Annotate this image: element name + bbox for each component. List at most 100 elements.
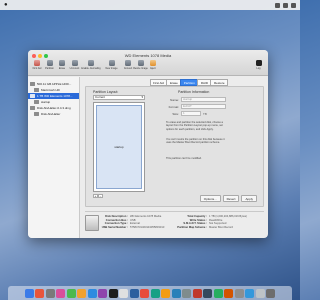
dock-app-icon[interactable]	[45, 288, 55, 298]
disk-info-value: External	[130, 222, 140, 226]
tab-bar: First Aid Erase Partition RAID Restore	[149, 79, 228, 86]
format-select[interactable]: ExFAT	[181, 104, 226, 109]
dock-app-icon[interactable]	[182, 288, 192, 298]
revert-button[interactable]: Revert	[222, 195, 240, 202]
size-row: Size: 1 TB	[166, 111, 207, 116]
dock-app-icon[interactable]	[140, 288, 150, 298]
window-title: WD Elements 1078 Media	[124, 53, 172, 58]
dock-app-icon[interactable]	[150, 288, 160, 298]
dock-app-icon[interactable]	[77, 288, 87, 298]
disk-info-key: USB Serial Number :	[101, 226, 128, 230]
tab-first-aid[interactable]: First Aid	[149, 79, 168, 86]
notification-center-icon[interactable]	[291, 2, 296, 8]
volume-icon	[34, 112, 39, 116]
sidebar-item-label: startup	[41, 100, 51, 104]
dock-app-icon[interactable]	[266, 288, 276, 298]
unmount-button[interactable]: Unmount	[69, 60, 81, 70]
resize-image-icon	[137, 60, 144, 66]
title-bar: WD Elements 1078 Media First Aid Partitio…	[28, 50, 268, 76]
dock-app-icon[interactable]	[245, 288, 255, 298]
format-label: Format:	[168, 104, 179, 109]
erase-button[interactable]: Erase	[56, 60, 68, 70]
disk-info-key: Partition Map Scheme :	[177, 226, 207, 230]
name-field[interactable]: startup	[181, 97, 226, 102]
dock-app-icon[interactable]	[171, 288, 181, 298]
remove-partition-button[interactable]: −	[98, 194, 103, 198]
disk-icon	[30, 94, 35, 98]
tab-partition[interactable]: Partition	[180, 79, 199, 86]
log-button[interactable]: Log	[253, 60, 265, 70]
toolbar-label: Log	[256, 67, 261, 70]
dock-app-icon[interactable]	[234, 288, 244, 298]
tab-restore[interactable]: Restore	[210, 79, 228, 86]
dock-app-icon[interactable]	[24, 288, 34, 298]
journaling-button[interactable]: Enable Journaling	[81, 60, 101, 70]
partition-info-heading: Partition Information	[178, 90, 210, 94]
unmount-icon	[71, 60, 78, 66]
apply-button[interactable]: Apply	[241, 195, 257, 202]
sidebar-item-label: Disk AlivHalter	[41, 112, 61, 116]
dock-app-icon[interactable]	[192, 288, 202, 298]
toolbar-label: Convert	[123, 67, 133, 70]
dock-app-icon[interactable]	[66, 288, 76, 298]
format-row: Format: ExFAT	[166, 104, 226, 109]
dock-app-icon[interactable]	[119, 288, 129, 298]
resize-image-button[interactable]: Resize Image	[133, 60, 148, 70]
convert-button[interactable]: Convert	[122, 60, 134, 70]
toolbar: First Aid Partition Erase Unmount Enable Jou…	[28, 60, 268, 70]
disk-info-value: 1 TB (1,000,204,886,016 Bytes)	[209, 215, 248, 218]
resize-notice: You can't resize the partition on this d…	[166, 138, 225, 145]
disk-icon	[30, 106, 35, 110]
options-button[interactable]: Options...	[199, 195, 221, 202]
eject-icon	[150, 60, 156, 66]
toolbar-label: First Aid	[32, 67, 42, 70]
journaling-icon	[88, 60, 94, 66]
dock-app-icon[interactable]	[87, 288, 97, 298]
main-panel: First Aid Erase Partition RAID Restore Parti…	[81, 77, 268, 238]
sidebar-item-label: Disk AlivHalter-0.4.3.dmg	[37, 106, 71, 110]
tab-erase[interactable]: Erase	[166, 79, 182, 86]
disk-info-left: Disk Description : WD Elements 1078 Media…	[100, 215, 165, 230]
disk-icon	[30, 82, 35, 86]
spotlight-icon[interactable]	[275, 2, 280, 8]
dock-app-icon[interactable]	[213, 288, 223, 298]
partition-block[interactable]: startup	[96, 105, 142, 189]
first-aid-button[interactable]: First Aid	[31, 60, 43, 70]
partition-button[interactable]: Partition	[44, 60, 56, 70]
new-image-button[interactable]: New Image	[102, 60, 122, 70]
dock-app-icon[interactable]	[35, 288, 45, 298]
partition-panel: Partition Layout: Partition Information …	[85, 86, 264, 207]
sidebar: 500.11 GB APPLE HDD... Macintosh HD 1 TB W…	[28, 77, 80, 238]
dock-app-icon[interactable]	[129, 288, 139, 298]
toolbar-label: Eject	[150, 67, 156, 70]
dock-app-icon[interactable]	[161, 288, 171, 298]
wifi-icon[interactable]	[283, 2, 288, 8]
sidebar-item-label: Macintosh HD	[41, 88, 60, 92]
new-image-icon	[108, 60, 115, 66]
toolbar-label: New Image	[105, 67, 118, 70]
size-field[interactable]: 1	[181, 111, 201, 116]
modify-notice: This partition can't be modified.	[166, 157, 202, 160]
toolbar-label: Enable Journaling	[81, 67, 101, 70]
disk-info-row: USB Serial Number :575847314631433558333…	[100, 226, 165, 230]
dock-app-icon[interactable]	[108, 288, 118, 298]
apple-menu-icon[interactable]: ●	[4, 2, 8, 8]
partition-layout-select[interactable]: Current	[93, 95, 145, 100]
toolbar-label: Partition	[45, 67, 54, 70]
dock-app-icon[interactable]	[255, 288, 265, 298]
tab-raid[interactable]: RAID	[197, 79, 212, 86]
sidebar-item[interactable]: Disk AlivHalter	[28, 111, 79, 117]
eject-button[interactable]: Eject	[147, 60, 159, 70]
dock-app-icon[interactable]	[224, 288, 234, 298]
partition-layout-diagram: startup	[93, 102, 145, 192]
disk-info-right: Total Capacity :1 TB (1,000,204,886,016 …	[177, 215, 247, 230]
dock-app-icon[interactable]	[203, 288, 213, 298]
volume-icon	[34, 88, 39, 92]
disk-info-row: Partition Map Scheme : Master Boot Record	[177, 226, 247, 230]
log-icon	[255, 60, 262, 66]
size-label: Size:	[172, 111, 179, 116]
dock-app-icon[interactable]	[56, 288, 66, 298]
dock-app-icon[interactable]	[98, 288, 108, 298]
name-row: Name: startup	[166, 97, 226, 102]
sidebar-item-label: 500.11 GB APPLE HDD...	[37, 82, 72, 86]
